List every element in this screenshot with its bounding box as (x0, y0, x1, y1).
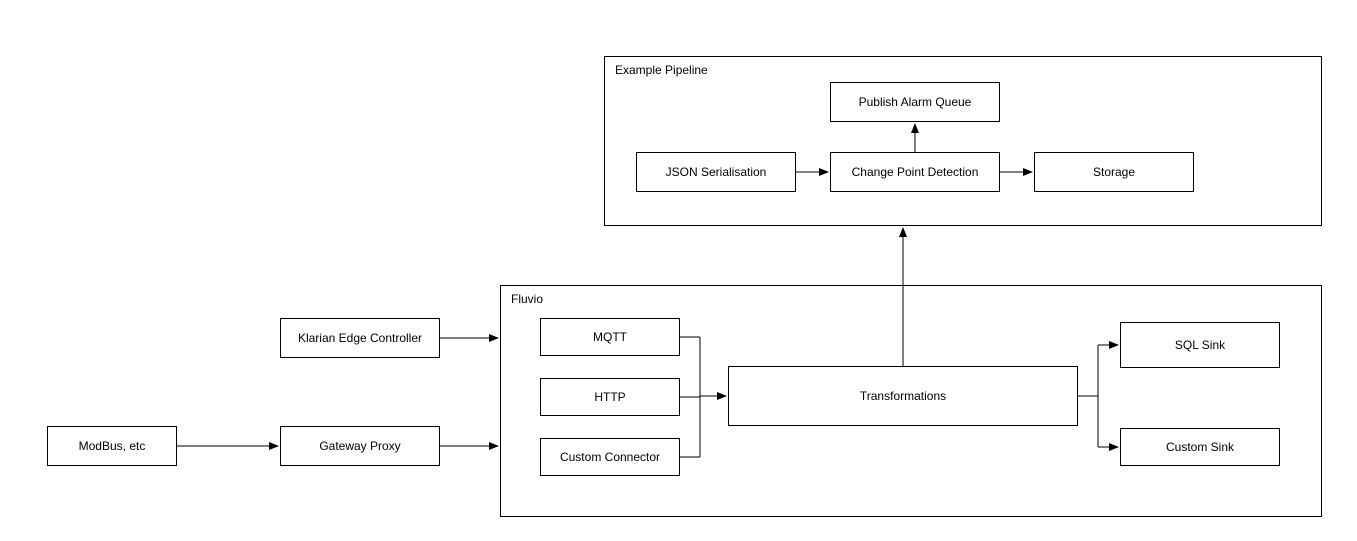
node-transformations: Transformations (728, 366, 1078, 426)
node-storage: Storage (1034, 152, 1194, 192)
node-label: HTTP (594, 390, 625, 404)
node-label: MQTT (593, 330, 627, 344)
node-mqtt: MQTT (540, 318, 680, 356)
node-label: Transformations (860, 389, 946, 403)
diagram-canvas: Example Pipeline Fluvio ModBus, etc Klar… (0, 0, 1357, 541)
node-publish-alarm-queue: Publish Alarm Queue (830, 82, 1000, 122)
node-sql-sink: SQL Sink (1120, 322, 1280, 368)
node-label: Custom Connector (560, 450, 660, 464)
node-label: Gateway Proxy (319, 439, 400, 453)
node-change-point-detection: Change Point Detection (830, 152, 1000, 192)
node-label: Storage (1093, 165, 1135, 179)
node-custom-connector: Custom Connector (540, 438, 680, 476)
container-label-fluvio: Fluvio (511, 292, 543, 306)
node-json-serialisation: JSON Serialisation (636, 152, 796, 192)
node-http: HTTP (540, 378, 680, 416)
node-custom-sink: Custom Sink (1120, 428, 1280, 466)
node-label: Publish Alarm Queue (859, 95, 972, 109)
node-label: ModBus, etc (79, 439, 146, 453)
node-label: Custom Sink (1166, 440, 1234, 454)
node-gateway-proxy: Gateway Proxy (280, 426, 440, 466)
node-modbus: ModBus, etc (47, 426, 177, 466)
node-label: SQL Sink (1175, 338, 1225, 352)
node-label: Klarian Edge Controller (298, 331, 422, 345)
node-label: Change Point Detection (852, 165, 979, 179)
node-label: JSON Serialisation (666, 165, 767, 179)
node-klarian-edge-controller: Klarian Edge Controller (280, 318, 440, 358)
container-label-example-pipeline: Example Pipeline (615, 63, 708, 77)
